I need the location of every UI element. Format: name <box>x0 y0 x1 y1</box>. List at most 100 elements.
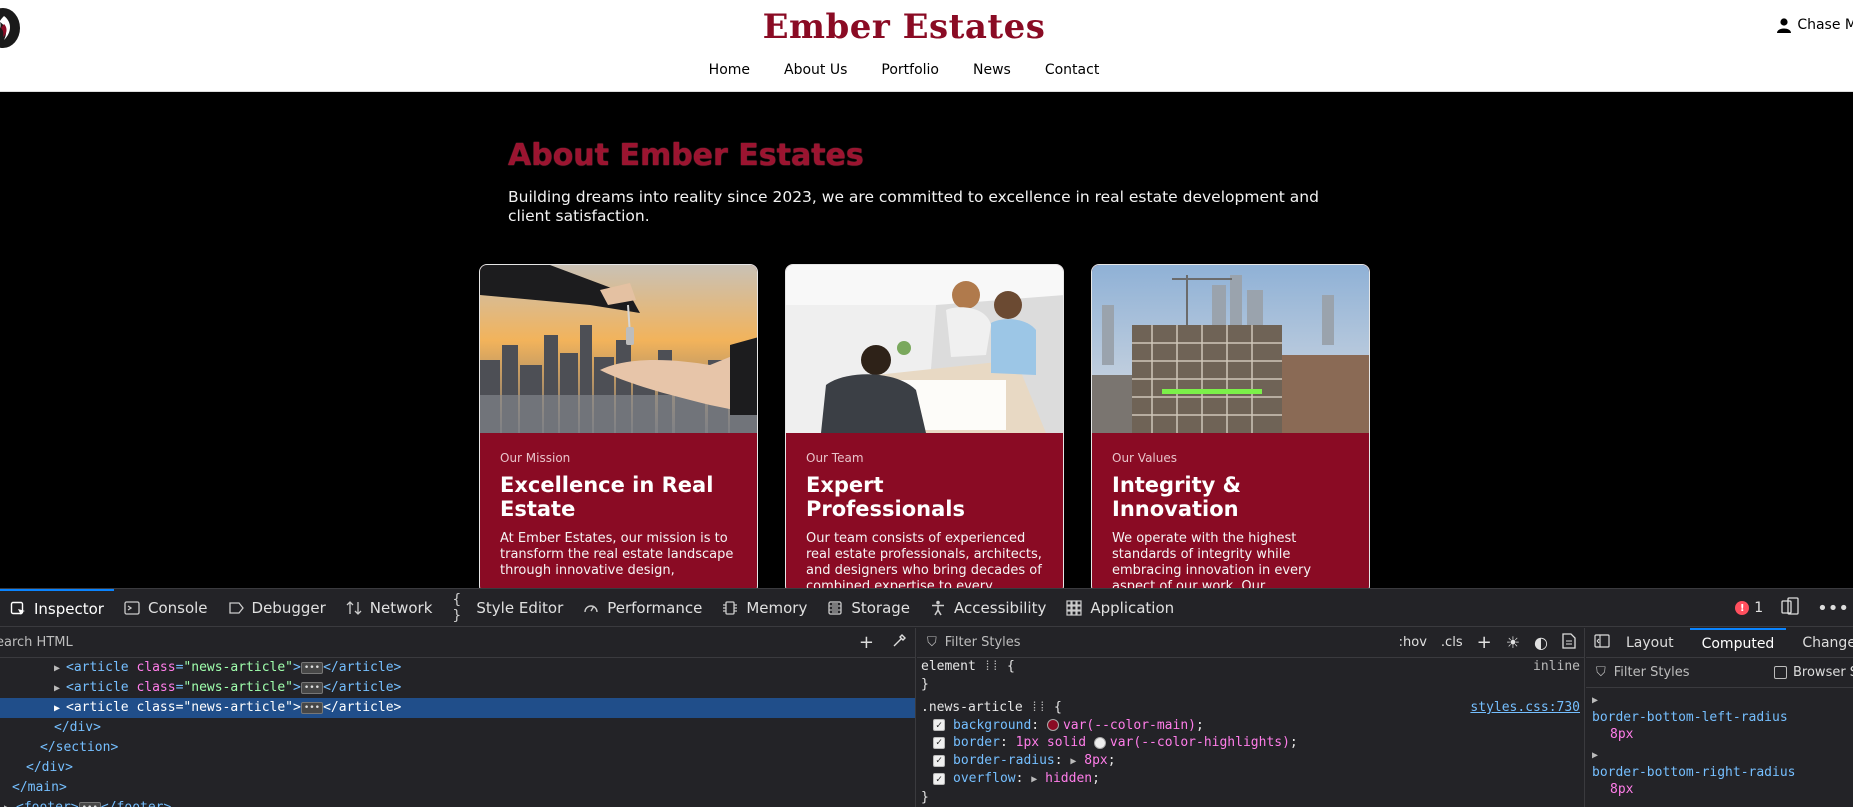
tab-application[interactable]: Application <box>1056 589 1184 627</box>
site-header: Ember Estates Chase M Home About Us Port… <box>0 0 1853 92</box>
nav-home[interactable]: Home <box>709 62 750 78</box>
tab-storage[interactable]: Storage <box>817 589 920 627</box>
tab-debugger[interactable]: Debugger <box>218 589 336 627</box>
browser-styles-checkbox[interactable] <box>1774 666 1787 679</box>
tab-style-editor[interactable]: { } Style Editor <box>442 589 573 627</box>
declaration-checkbox[interactable]: ✓ <box>933 773 945 786</box>
application-icon <box>1066 599 1082 616</box>
tab-performance[interactable]: Performance <box>573 589 712 627</box>
eyedropper-icon[interactable] <box>892 632 907 653</box>
nav-about-us[interactable]: About Us <box>784 62 847 78</box>
hov-toggle[interactable]: :hov <box>1399 635 1427 650</box>
nav-news[interactable]: News <box>973 62 1011 78</box>
element-selector[interactable]: element <box>921 659 976 674</box>
property-value: hidden <box>1045 771 1093 786</box>
tab-label: Storage <box>851 598 911 617</box>
declaration-checkbox[interactable]: ✓ <box>933 736 945 749</box>
tab-computed[interactable]: Computed <box>1689 627 1787 658</box>
inspector-icon <box>10 601 26 617</box>
devtools-toolbar-right: ! 1 ••• <box>1735 589 1849 627</box>
more-options-icon[interactable]: ••• <box>1817 598 1849 619</box>
tab-network[interactable]: Network <box>336 589 443 627</box>
rules-filter-row: ⛉ Filter Styles :hov .cls + ☀ ◐ <box>917 628 1584 658</box>
computed-property-name[interactable]: border-bottom-left-radius <box>1592 709 1853 726</box>
color-swatch[interactable] <box>1093 736 1106 749</box>
style-editor-icon: { } <box>452 591 462 624</box>
tree-node-article-selected[interactable]: ▶ <article class="news-article"> ••• </arti… <box>0 698 915 718</box>
tab-accessibility[interactable]: Accessibility <box>920 589 1056 627</box>
computed-filter-input[interactable]: Filter Styles <box>1614 665 1690 680</box>
color-swatch[interactable] <box>1046 719 1059 731</box>
browser-styles-toggle[interactable]: Browser Styles <box>1774 665 1853 680</box>
tab-label: Network <box>369 598 433 617</box>
expand-icon[interactable]: ▶ <box>1070 756 1076 767</box>
property-name: overflow <box>953 771 1016 786</box>
tab-layout[interactable]: Layout <box>1614 628 1686 658</box>
toggle-sidebar-icon[interactable] <box>1586 633 1610 652</box>
card-image-meeting <box>786 265 1063 433</box>
error-icon: ! <box>1735 601 1750 615</box>
add-node-icon[interactable]: + <box>859 632 874 653</box>
tree-node-article[interactable]: ▶ <article class="news-article"> ••• </arti… <box>0 678 915 698</box>
news-article-rule-head: .news-article ⁞⁞ { styles.css:730 <box>921 699 1580 717</box>
user-menu[interactable]: Chase M <box>1777 17 1853 33</box>
expand-icon[interactable]: ▶ <box>1592 743 1853 764</box>
performance-icon <box>583 600 599 616</box>
declaration-border-radius[interactable]: ✓ border-radius: ▶ 8px; <box>921 752 1584 771</box>
expand-icon[interactable]: ▶ <box>1031 774 1037 785</box>
site-brand[interactable]: Ember Estates <box>0 7 1808 47</box>
cls-toggle[interactable]: .cls <box>1441 635 1463 650</box>
card-image-construction <box>1092 265 1369 433</box>
computed-property-name[interactable]: border-bottom-right-radius <box>1592 764 1853 781</box>
tab-label: Performance <box>607 598 703 617</box>
nav-contact[interactable]: Contact <box>1045 62 1099 78</box>
computed-filter-row: ⛉ Filter Styles Browser Styles <box>1586 658 1853 688</box>
computed-pane: Layout Computed Changes ⛉ Filter Styles … <box>1586 627 1853 807</box>
grid-icon: ⁞⁞ <box>983 659 1000 674</box>
news-article[interactable]: Our Values Integrity & Innovation We ope… <box>1091 264 1370 594</box>
tree-node-footer[interactable]: ▶<footer>•••</footer> <box>0 798 915 807</box>
card-title: Integrity & Innovation <box>1112 473 1241 521</box>
declaration-checkbox[interactable]: ✓ <box>933 719 945 732</box>
dark-mode-icon[interactable]: ◐ <box>1534 633 1548 652</box>
card-title: Expert Professionals <box>806 473 965 521</box>
tab-inspector[interactable]: Inspector <box>0 588 114 627</box>
tree-node-div-close[interactable]: </div> <box>0 758 915 778</box>
tab-memory[interactable]: Memory <box>712 589 817 627</box>
expand-icon[interactable]: ▶ <box>1592 688 1853 709</box>
print-media-icon[interactable] <box>1562 632 1576 653</box>
rules-tools: :hov .cls + ☀ ◐ <box>1399 632 1576 653</box>
tab-console[interactable]: Console <box>114 589 218 627</box>
rule-selector[interactable]: .news-article <box>921 700 1023 715</box>
tree-node-section-close[interactable]: </section> <box>0 738 915 758</box>
rules-pane: ⛉ Filter Styles :hov .cls + ☀ ◐ element … <box>917 628 1585 807</box>
property-value: var(--color-main) <box>1062 717 1196 733</box>
tab-label: Memory <box>746 598 808 617</box>
card-title: Excellence in Real Estate <box>500 473 714 521</box>
declaration-border[interactable]: ✓ border: 1px solid var(--color-highligh… <box>921 734 1584 752</box>
responsive-design-icon[interactable] <box>1781 597 1799 619</box>
element-rule-head: element ⁞⁞ { inline <box>921 659 1580 674</box>
tab-label: Console <box>147 598 208 617</box>
search-html-input[interactable]: earch HTML <box>0 635 73 650</box>
rule-source-link[interactable]: styles.css:730 <box>1470 699 1580 717</box>
tree-node-div-close[interactable]: </div> <box>0 718 915 738</box>
card-kicker: Our Mission <box>500 451 571 465</box>
property-value: 8px <box>1084 752 1108 768</box>
declaration-checkbox[interactable]: ✓ <box>933 754 945 767</box>
light-mode-icon[interactable]: ☀ <box>1506 633 1520 652</box>
news-article[interactable]: Our Team Expert Professionals Our team c… <box>785 264 1064 594</box>
user-name: Chase M <box>1797 17 1853 33</box>
tab-changes[interactable]: Changes <box>1790 628 1853 658</box>
nav-portfolio[interactable]: Portfolio <box>881 62 939 78</box>
property-name: border <box>953 735 1000 750</box>
news-article[interactable]: Our Mission Excellence in Real Estate At… <box>479 264 758 594</box>
tree-node-article[interactable]: ▶ <article class="news-article"> ••• </arti… <box>0 658 915 678</box>
tab-label: Inspector <box>34 599 104 618</box>
declaration-background[interactable]: ✓ background: var(--color-main); <box>921 717 1584 735</box>
declaration-overflow[interactable]: ✓ overflow: ▶ hidden; <box>921 770 1584 789</box>
add-rule-icon[interactable]: + <box>1477 632 1492 653</box>
error-count-badge[interactable]: ! 1 <box>1735 600 1763 616</box>
tree-node-main-close[interactable]: </main> <box>0 778 915 798</box>
rules-filter-input[interactable]: Filter Styles <box>945 635 1021 650</box>
